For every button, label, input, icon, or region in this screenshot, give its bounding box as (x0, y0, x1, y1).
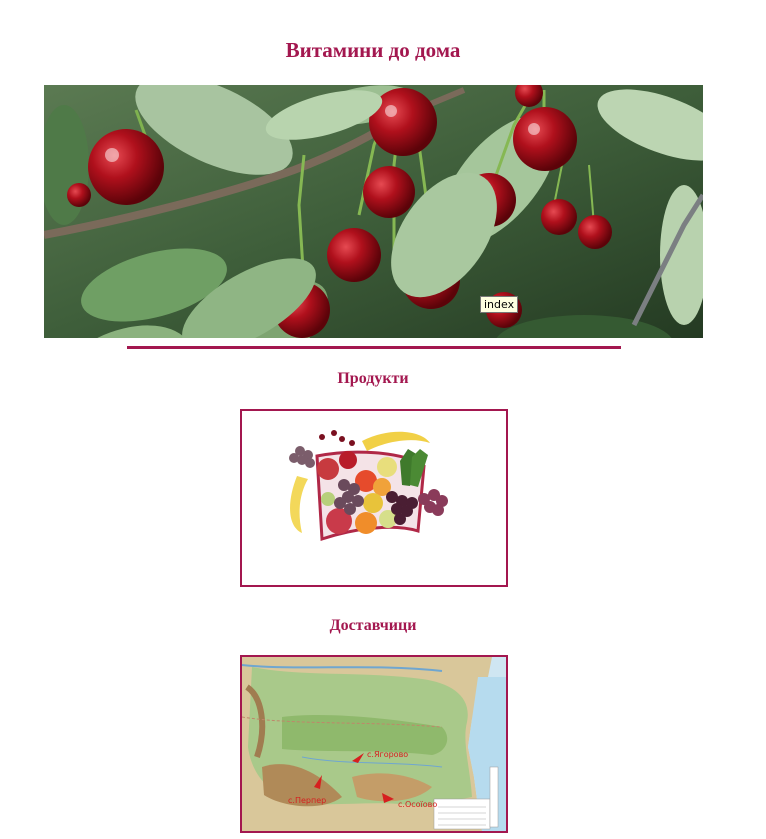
fruit-basket-graphic (242, 411, 506, 585)
cherries-banner-graphic (44, 85, 703, 338)
products-image-link[interactable] (240, 409, 508, 587)
image-tooltip: index (480, 296, 519, 313)
bulgaria-map-graphic: с.Ягорово с.Перпер с.Осоїово (242, 657, 506, 831)
section-divider (127, 346, 621, 349)
products-heading: Продукти (337, 370, 409, 387)
suppliers-heading: Доставчици (329, 617, 417, 634)
suppliers-map-link[interactable]: с.Ягорово с.Перпер с.Осоїово (240, 655, 508, 833)
cherries-banner-image[interactable] (44, 85, 703, 338)
page-title: Витамини до дома (285, 38, 461, 62)
map-label-1: с.Ягорово (367, 750, 408, 759)
map-label-2: с.Перпер (288, 796, 326, 805)
map-label-3: с.Осоїово (398, 800, 437, 809)
